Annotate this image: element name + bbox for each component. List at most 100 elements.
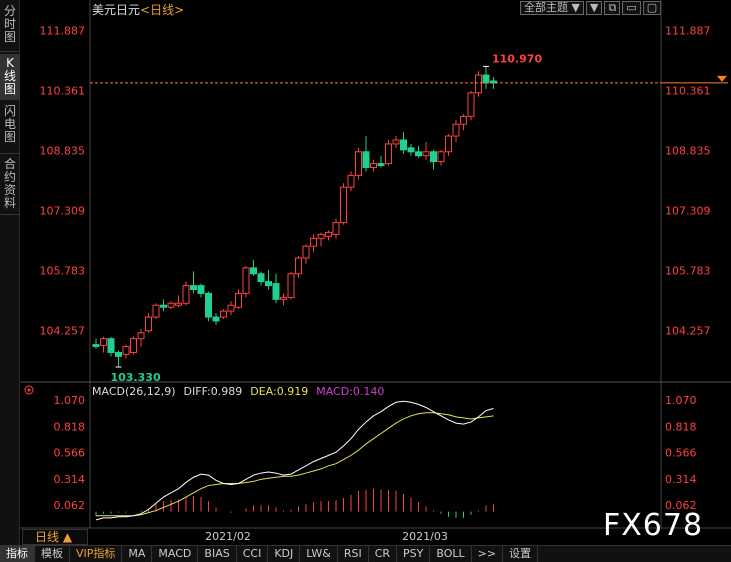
- candle-body: [310, 237, 317, 247]
- candle-body: [122, 346, 130, 355]
- candle-body: [257, 273, 265, 283]
- candle-body: [430, 151, 437, 163]
- candle-body: [250, 267, 257, 275]
- macd-tick-right: 1.070: [665, 394, 697, 407]
- macd-indicator-name[interactable]: MACD(26,12,9): [92, 385, 176, 398]
- diff-line: [95, 400, 494, 521]
- dea-line: [96, 412, 494, 517]
- bottom-tab-10[interactable]: CR: [369, 546, 398, 562]
- bottom-tab-8[interactable]: LW&: [300, 546, 338, 562]
- candle-body: [115, 351, 122, 357]
- candle-body: [167, 302, 175, 308]
- bottom-tab-0[interactable]: 指标: [0, 546, 35, 562]
- candle-body: [130, 338, 137, 353]
- candle-body: [175, 302, 182, 306]
- candle-body: [325, 231, 332, 237]
- price-tick-left: 108.835: [40, 144, 86, 157]
- bottom-tab-3[interactable]: MA: [122, 546, 153, 562]
- candle-body: [475, 74, 482, 94]
- candle-body: [460, 115, 467, 125]
- candle-body: [385, 143, 392, 165]
- bottom-tab-13[interactable]: >>: [472, 546, 504, 562]
- price-tick-right: 108.835: [665, 144, 711, 157]
- candle-body: [355, 151, 362, 176]
- candle-body: [145, 316, 152, 332]
- candle-body: [362, 151, 370, 169]
- bottom-tab-2[interactable]: VIP指标: [70, 546, 123, 562]
- candle-body: [392, 139, 400, 145]
- bottom-indicator-tabs: 指标 模板 VIP指标 MA MACD BIAS CCI KDJ LW& RSI CR PSY BOLL…: [0, 545, 731, 562]
- macd-tick-left: 1.070: [54, 394, 86, 407]
- candle-body: [295, 257, 302, 275]
- macd-tick-right: 0.314: [665, 473, 697, 486]
- candle-body: [227, 304, 235, 312]
- bottom-tab-1[interactable]: 模板: [35, 546, 70, 562]
- date-label: 2021/03: [402, 530, 448, 543]
- macd-macd-value: MACD:0.140: [316, 385, 385, 398]
- candle-body: [272, 283, 280, 300]
- bottom-tab-5[interactable]: BIAS: [198, 546, 237, 562]
- candle-body: [100, 338, 107, 346]
- price-tick-right: 111.887: [665, 24, 711, 37]
- macd-diff-value: DIFF:0.989: [183, 385, 243, 398]
- candle-body: [182, 285, 190, 304]
- price-tick-left: 104.257: [40, 325, 86, 338]
- macd-dea-value: DEA:0.919: [250, 385, 309, 398]
- candle-body: [370, 163, 377, 169]
- candle-body: [340, 186, 347, 224]
- candle-body: [347, 174, 355, 188]
- candle-body: [212, 316, 220, 322]
- kline-app: 分时图K线图闪电图合约资料 美元日元<日线> 全部主题 ▼ ▼ ⧉ ▭ ▢ 11…: [0, 0, 731, 562]
- macd-legend: MACD(26,12,9) DIFF:0.989 DEA:0.919 MACD:…: [92, 385, 384, 398]
- period-toggle[interactable]: 日线 ▲: [22, 529, 88, 545]
- candle-body: [302, 245, 310, 259]
- high-price-label: 110.970: [492, 52, 542, 65]
- price-tick-left: 111.887: [40, 24, 86, 37]
- bottom-tab-11[interactable]: PSY: [397, 546, 431, 562]
- candle-body: [400, 139, 407, 151]
- candle-body: [152, 304, 160, 318]
- price-tick-right: 104.257: [665, 325, 711, 338]
- candle-body: [197, 285, 205, 294]
- candle-body: [242, 267, 250, 294]
- macd-tick-right: 0.818: [665, 420, 697, 433]
- price-tick-right: 107.309: [665, 204, 711, 217]
- candle-body: [332, 222, 340, 235]
- bottom-tab-12[interactable]: BOLL: [430, 546, 472, 562]
- date-label: 2021/02: [205, 530, 251, 543]
- bottom-tab-6[interactable]: CCI: [237, 546, 269, 562]
- candle-body: [287, 273, 295, 298]
- candle-body: [452, 123, 460, 137]
- macd-tick-left: 0.314: [54, 473, 86, 486]
- candle-body: [92, 344, 100, 348]
- candle-body: [205, 292, 212, 318]
- bottom-tab-7[interactable]: KDJ: [268, 546, 301, 562]
- chart-canvas[interactable]: 111.887 111.887 110.361 110.361 108.835 108.8…: [0, 0, 731, 545]
- bottom-tab-9[interactable]: RSI: [338, 546, 369, 562]
- candle-body: [407, 147, 415, 153]
- bottom-tab-4[interactable]: MACD: [152, 546, 199, 562]
- last-price-marker-icon: [717, 75, 727, 82]
- candle-body: [445, 135, 452, 153]
- candle-body: [467, 92, 475, 117]
- low-price-label: 103.330: [111, 371, 161, 384]
- price-tick-left: 105.783: [40, 264, 86, 277]
- price-tick-right: 110.361: [665, 84, 711, 97]
- candle-body: [160, 304, 167, 308]
- macd-tick-right: 0.566: [665, 447, 697, 460]
- price-tick-right: 105.783: [665, 264, 711, 277]
- candle-body: [137, 332, 145, 340]
- candle-body: [415, 151, 422, 157]
- macd-tick-left: 0.818: [54, 420, 86, 433]
- candle-body: [437, 151, 445, 163]
- candle-body: [107, 338, 115, 353]
- fx678-watermark: FX678: [603, 508, 704, 543]
- candle-body: [220, 310, 227, 318]
- candle-body: [235, 292, 242, 308]
- candle-body: [265, 281, 272, 287]
- price-tick-left: 107.309: [40, 204, 86, 217]
- candle-body: [422, 151, 430, 157]
- macd-tick-left: 0.062: [54, 499, 86, 512]
- bottom-tab-14[interactable]: 设置: [503, 546, 539, 562]
- candle-body: [377, 163, 385, 167]
